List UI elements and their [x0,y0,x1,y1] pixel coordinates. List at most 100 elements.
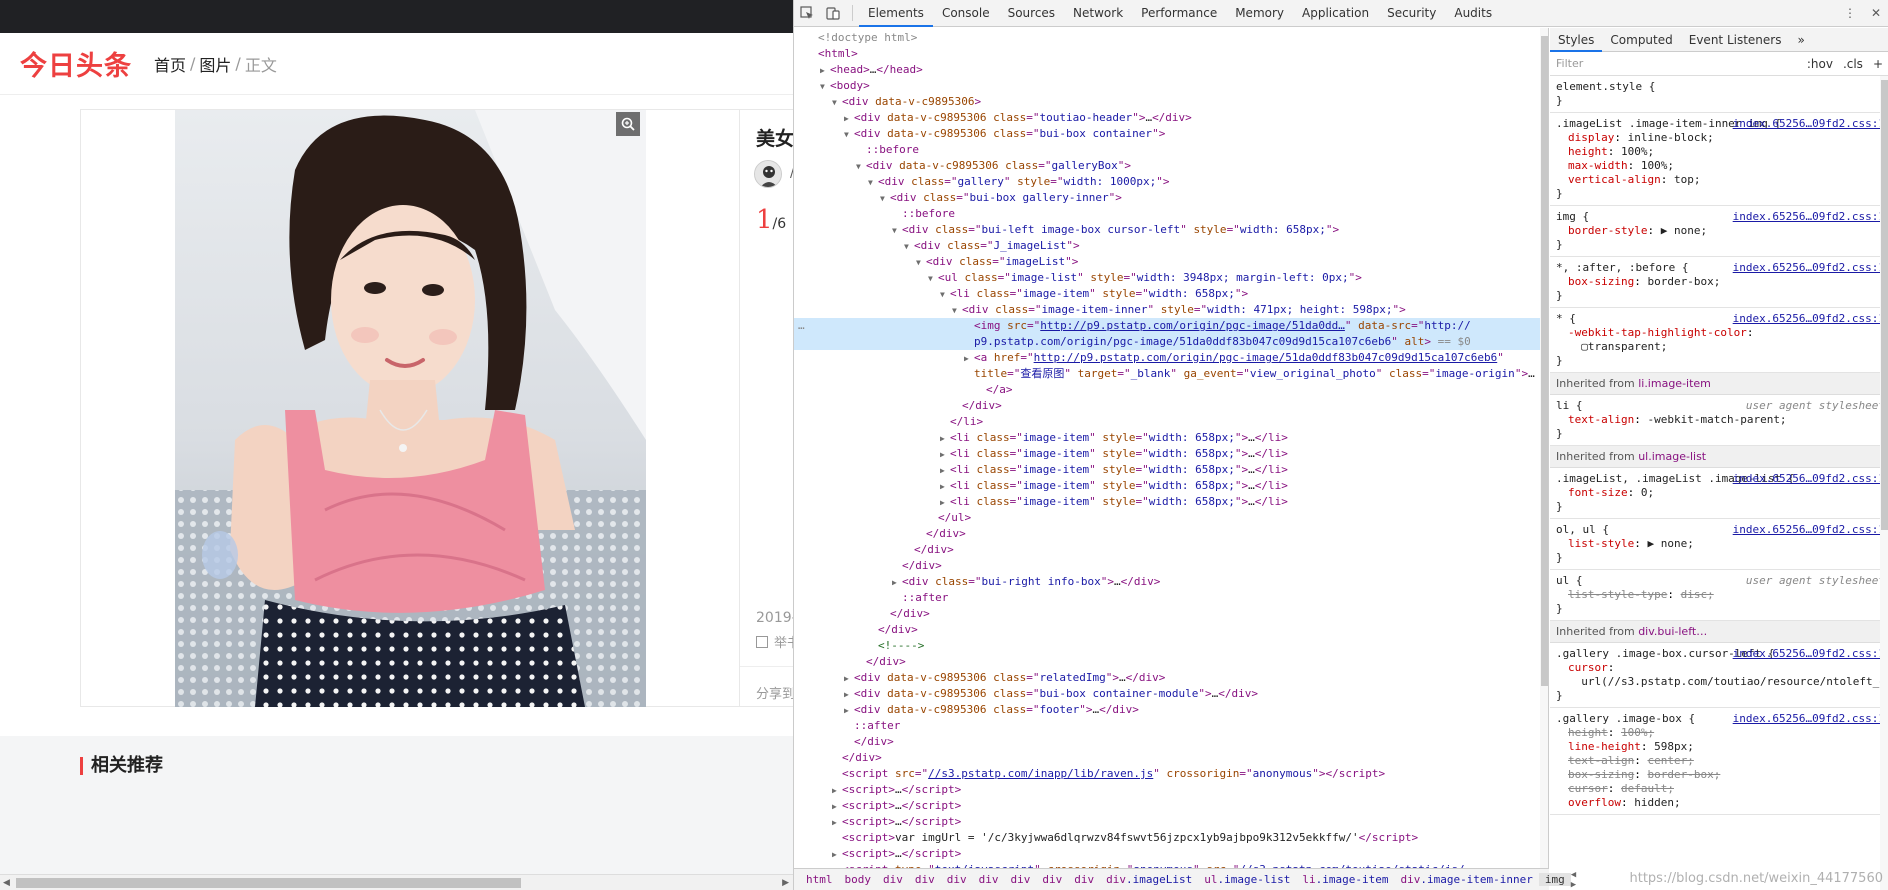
style-declaration[interactable]: -webkit-tap-highlight-color: [1556,326,1885,340]
rule-source-link[interactable]: index.65256…09fd2.css:1 [1733,712,1885,726]
style-declaration[interactable]: text-align: -webkit-match-parent; [1556,413,1885,427]
inherited-from-link[interactable]: ul.image-list [1638,450,1706,463]
dom-breadcrumb-item[interactable]: li.image-item [1296,873,1394,886]
style-declaration[interactable]: list-style-type: disc; [1556,588,1885,602]
more-tabs-icon[interactable]: » [1789,28,1812,52]
scroll-right-arrow-icon[interactable]: ▶ [782,878,789,888]
dom-node-line[interactable]: ▶ <script>…</script> [794,814,1548,831]
node-actions-icon[interactable]: … [798,318,805,334]
style-declaration[interactable]: url(//s3.pstatp.com/toutiao/resource/nto… [1556,675,1888,689]
dom-node-line[interactable]: ▶ <div class="bui-right info-box">…</div> [794,574,1548,590]
expand-toggle-icon[interactable]: ▶ [940,479,950,495]
rule-source-link[interactable]: index.65256…09fd2.css:1 [1733,261,1885,275]
dom-node-line[interactable]: ▼ <div class="imageList"> [794,254,1548,271]
dom-node-line[interactable]: <script src="//s3.pstatp.com/inapp/lib/r… [794,766,1548,782]
style-rule[interactable]: user agent stylesheet ul {list-style-type… [1550,570,1888,621]
style-declaration[interactable]: cursor: default; [1556,782,1885,796]
dom-node-line[interactable]: ▼ <div class="bui-box gallery-inner"> [794,190,1548,206]
inherited-from-link[interactable]: div.bui-left… [1638,625,1707,638]
dom-breadcrumb-item[interactable]: html [800,873,839,886]
expand-toggle-icon[interactable]: ▼ [892,223,902,239]
dom-breadcrumb-item[interactable]: div [1005,873,1037,886]
dom-node-line[interactable]: ▶ <div data-v-c9895306 class="footer">…</… [794,702,1548,718]
tab-sources[interactable]: Sources [999,0,1064,27]
style-declaration[interactable]: display: inline-block; [1556,131,1885,145]
expand-toggle-icon[interactable]: ▶ [832,783,842,799]
inspect-element-icon[interactable] [794,0,820,27]
styles-vertical-scrollbar[interactable] [1880,76,1888,890]
dom-node-line[interactable]: ::before [794,142,1548,158]
breadcrumb-home-link[interactable]: 首页 [154,52,186,76]
dom-node-line[interactable]: ▶ <script>…</script> [794,782,1548,799]
dom-node-line[interactable]: </ul> [794,510,1548,526]
expand-toggle-icon[interactable]: ▶ [832,815,842,831]
expand-toggle-icon[interactable]: ▶ [844,687,854,703]
style-declaration[interactable]: list-style: ▶ none; [1556,537,1885,551]
style-declaration[interactable]: box-sizing: border-box; [1556,768,1885,782]
dom-node-line[interactable]: ▼ <div data-v-c9895306 class="galleryBox"… [794,158,1548,175]
style-rule[interactable]: index.65256…09fd2.css:1 * {-webkit-tap-hi… [1550,308,1888,373]
style-declaration[interactable]: border-style: ▶ none; [1556,224,1885,238]
dom-node-line[interactable]: ▶ <div data-v-c9895306 class="toutiao-hea… [794,110,1548,127]
dom-node-line[interactable]: ▶ <li class="image-item" style="width: 65… [794,462,1548,479]
expand-toggle-icon[interactable]: ▶ [940,463,950,479]
style-declaration[interactable]: line-height: 598px; [1556,740,1885,754]
style-rule[interactable]: index.65256…09fd2.css:1 .gallery .image-b… [1550,708,1888,815]
dom-node-line[interactable]: ▶ <li class="image-item" style="width: 65… [794,494,1548,511]
dom-node-line[interactable]: </div> [794,542,1548,558]
gallery-photo[interactable] [175,110,646,707]
style-rule[interactable]: index.65256…09fd2.css:1 img {border-style… [1550,206,1888,257]
dom-node-line[interactable]: ▼ <div data-v-c9895306 class="bui-box con… [794,126,1548,142]
scrollbar-thumb[interactable] [16,878,521,888]
expand-toggle-icon[interactable]: ▼ [856,159,866,175]
expand-toggle-icon[interactable]: ▶ [844,111,854,127]
style-rule[interactable]: user agent stylesheet li {text-align: -we… [1550,395,1888,446]
elements-vertical-scrollbar[interactable] [1540,28,1548,868]
dom-node-line[interactable]: </a> [794,382,1548,398]
expand-toggle-icon[interactable]: ▼ [868,175,878,191]
rule-source-link[interactable]: index.65256…09fd2.css:1 [1733,523,1885,537]
dom-node-line[interactable]: ▶ <li class="image-item" style="width: 65… [794,430,1548,446]
expand-toggle-icon[interactable]: ▶ [964,351,974,367]
dom-node-line[interactable]: ▶ <li class="image-item" style="width: 65… [794,446,1548,463]
dom-node-line[interactable]: ▼ <div class="J_imageList"> [794,238,1548,255]
scrollbar-thumb[interactable] [1881,80,1888,530]
dom-node-line[interactable]: ▶ <li class="image-item" style="width: 65… [794,478,1548,495]
tab-elements[interactable]: Elements [859,0,933,27]
style-declaration[interactable]: font-size: 0; [1556,486,1885,500]
expand-toggle-icon[interactable]: ▼ [916,255,926,271]
styles-tab-computed[interactable]: Computed [1602,28,1680,52]
class-toggle[interactable]: .cls [1843,57,1863,71]
toutiao-logo[interactable]: 今日头条 [20,44,132,83]
expand-toggle-icon[interactable]: ▶ [940,495,950,511]
style-declaration[interactable]: text-align: center; [1556,754,1885,768]
expand-toggle-icon[interactable]: ▶ [832,847,842,863]
dom-breadcrumb-item[interactable]: div [877,873,909,886]
tab-security[interactable]: Security [1378,0,1445,27]
dom-node-line[interactable]: </div> [794,398,1548,414]
page-horizontal-scrollbar[interactable]: ◀ ▶ [0,874,793,890]
dom-node-line[interactable]: ▶ <script>…</script> [794,798,1548,814]
rule-source-link[interactable]: index.65256…09fd2.css:1 [1733,647,1885,661]
add-rule-button[interactable]: + [1873,57,1883,71]
expand-toggle-icon[interactable]: ▼ [952,303,962,319]
expand-toggle-icon[interactable]: ▶ [940,447,950,463]
dom-node-line[interactable]: p9.pstatp.com/origin/pgc-image/51da0ddf8… [794,334,1548,350]
styles-filter-input[interactable]: Filter [1556,57,1797,70]
dom-node-line[interactable]: </div> [794,526,1548,542]
zoom-in-button[interactable] [616,112,640,136]
share-to[interactable]: 分享到 [740,666,793,702]
dom-node-line[interactable]: ::after [794,718,1548,734]
dom-breadcrumb-item[interactable]: div.imageList [1100,873,1198,886]
dom-node-line[interactable]: </div> [794,734,1548,750]
dom-node-line[interactable]: </li> [794,414,1548,430]
tab-console[interactable]: Console [933,0,999,27]
expand-toggle-icon[interactable]: ▼ [820,79,830,95]
style-declaration[interactable]: cursor: [1556,661,1885,675]
dom-node-line[interactable]: ▶ <a href="http://p9.pstatp.com/origin/pg… [794,350,1548,367]
dom-node-line[interactable]: ::before [794,206,1548,222]
rule-source-link[interactable]: index.65256…09fd2.css:1 [1733,210,1885,224]
breadcrumb-images-link[interactable]: 图片 [199,52,231,76]
style-rule[interactable]: index.65256…09fd2.css:1 *, :after, :befor… [1550,257,1888,308]
expand-toggle-icon[interactable]: ▼ [904,239,914,255]
